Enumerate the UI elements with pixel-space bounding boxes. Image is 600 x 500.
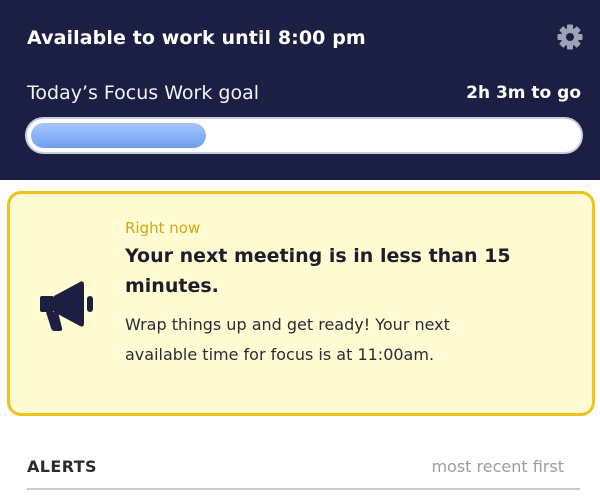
- availability-status: Available to work until 8:00 pm: [27, 27, 366, 49]
- header-panel: Available to work until 8:00 pm Today’s …: [0, 0, 600, 180]
- alerts-section-heading: ALERTS: [27, 457, 97, 476]
- focus-goal-progress-fill: [31, 123, 206, 148]
- focus-goal-remaining: 2h 3m to go: [466, 83, 581, 103]
- megaphone-icon: [40, 276, 100, 332]
- alerts-sort-toggle[interactable]: most recent first: [431, 457, 564, 476]
- alerts-divider: [27, 488, 580, 490]
- focus-goal-label: Today’s Focus Work goal: [27, 82, 259, 104]
- alert-message: Wrap things up and get ready! Your next …: [125, 315, 450, 364]
- alert-timing-label: Right now: [125, 219, 201, 237]
- alert-title: Your next meeting is in less than 15 min…: [125, 245, 511, 297]
- gear-icon[interactable]: [556, 23, 584, 51]
- focus-goal-progress-bar: [25, 117, 583, 154]
- meeting-alert-card[interactable]: Right now Your next meeting is in less t…: [7, 191, 595, 416]
